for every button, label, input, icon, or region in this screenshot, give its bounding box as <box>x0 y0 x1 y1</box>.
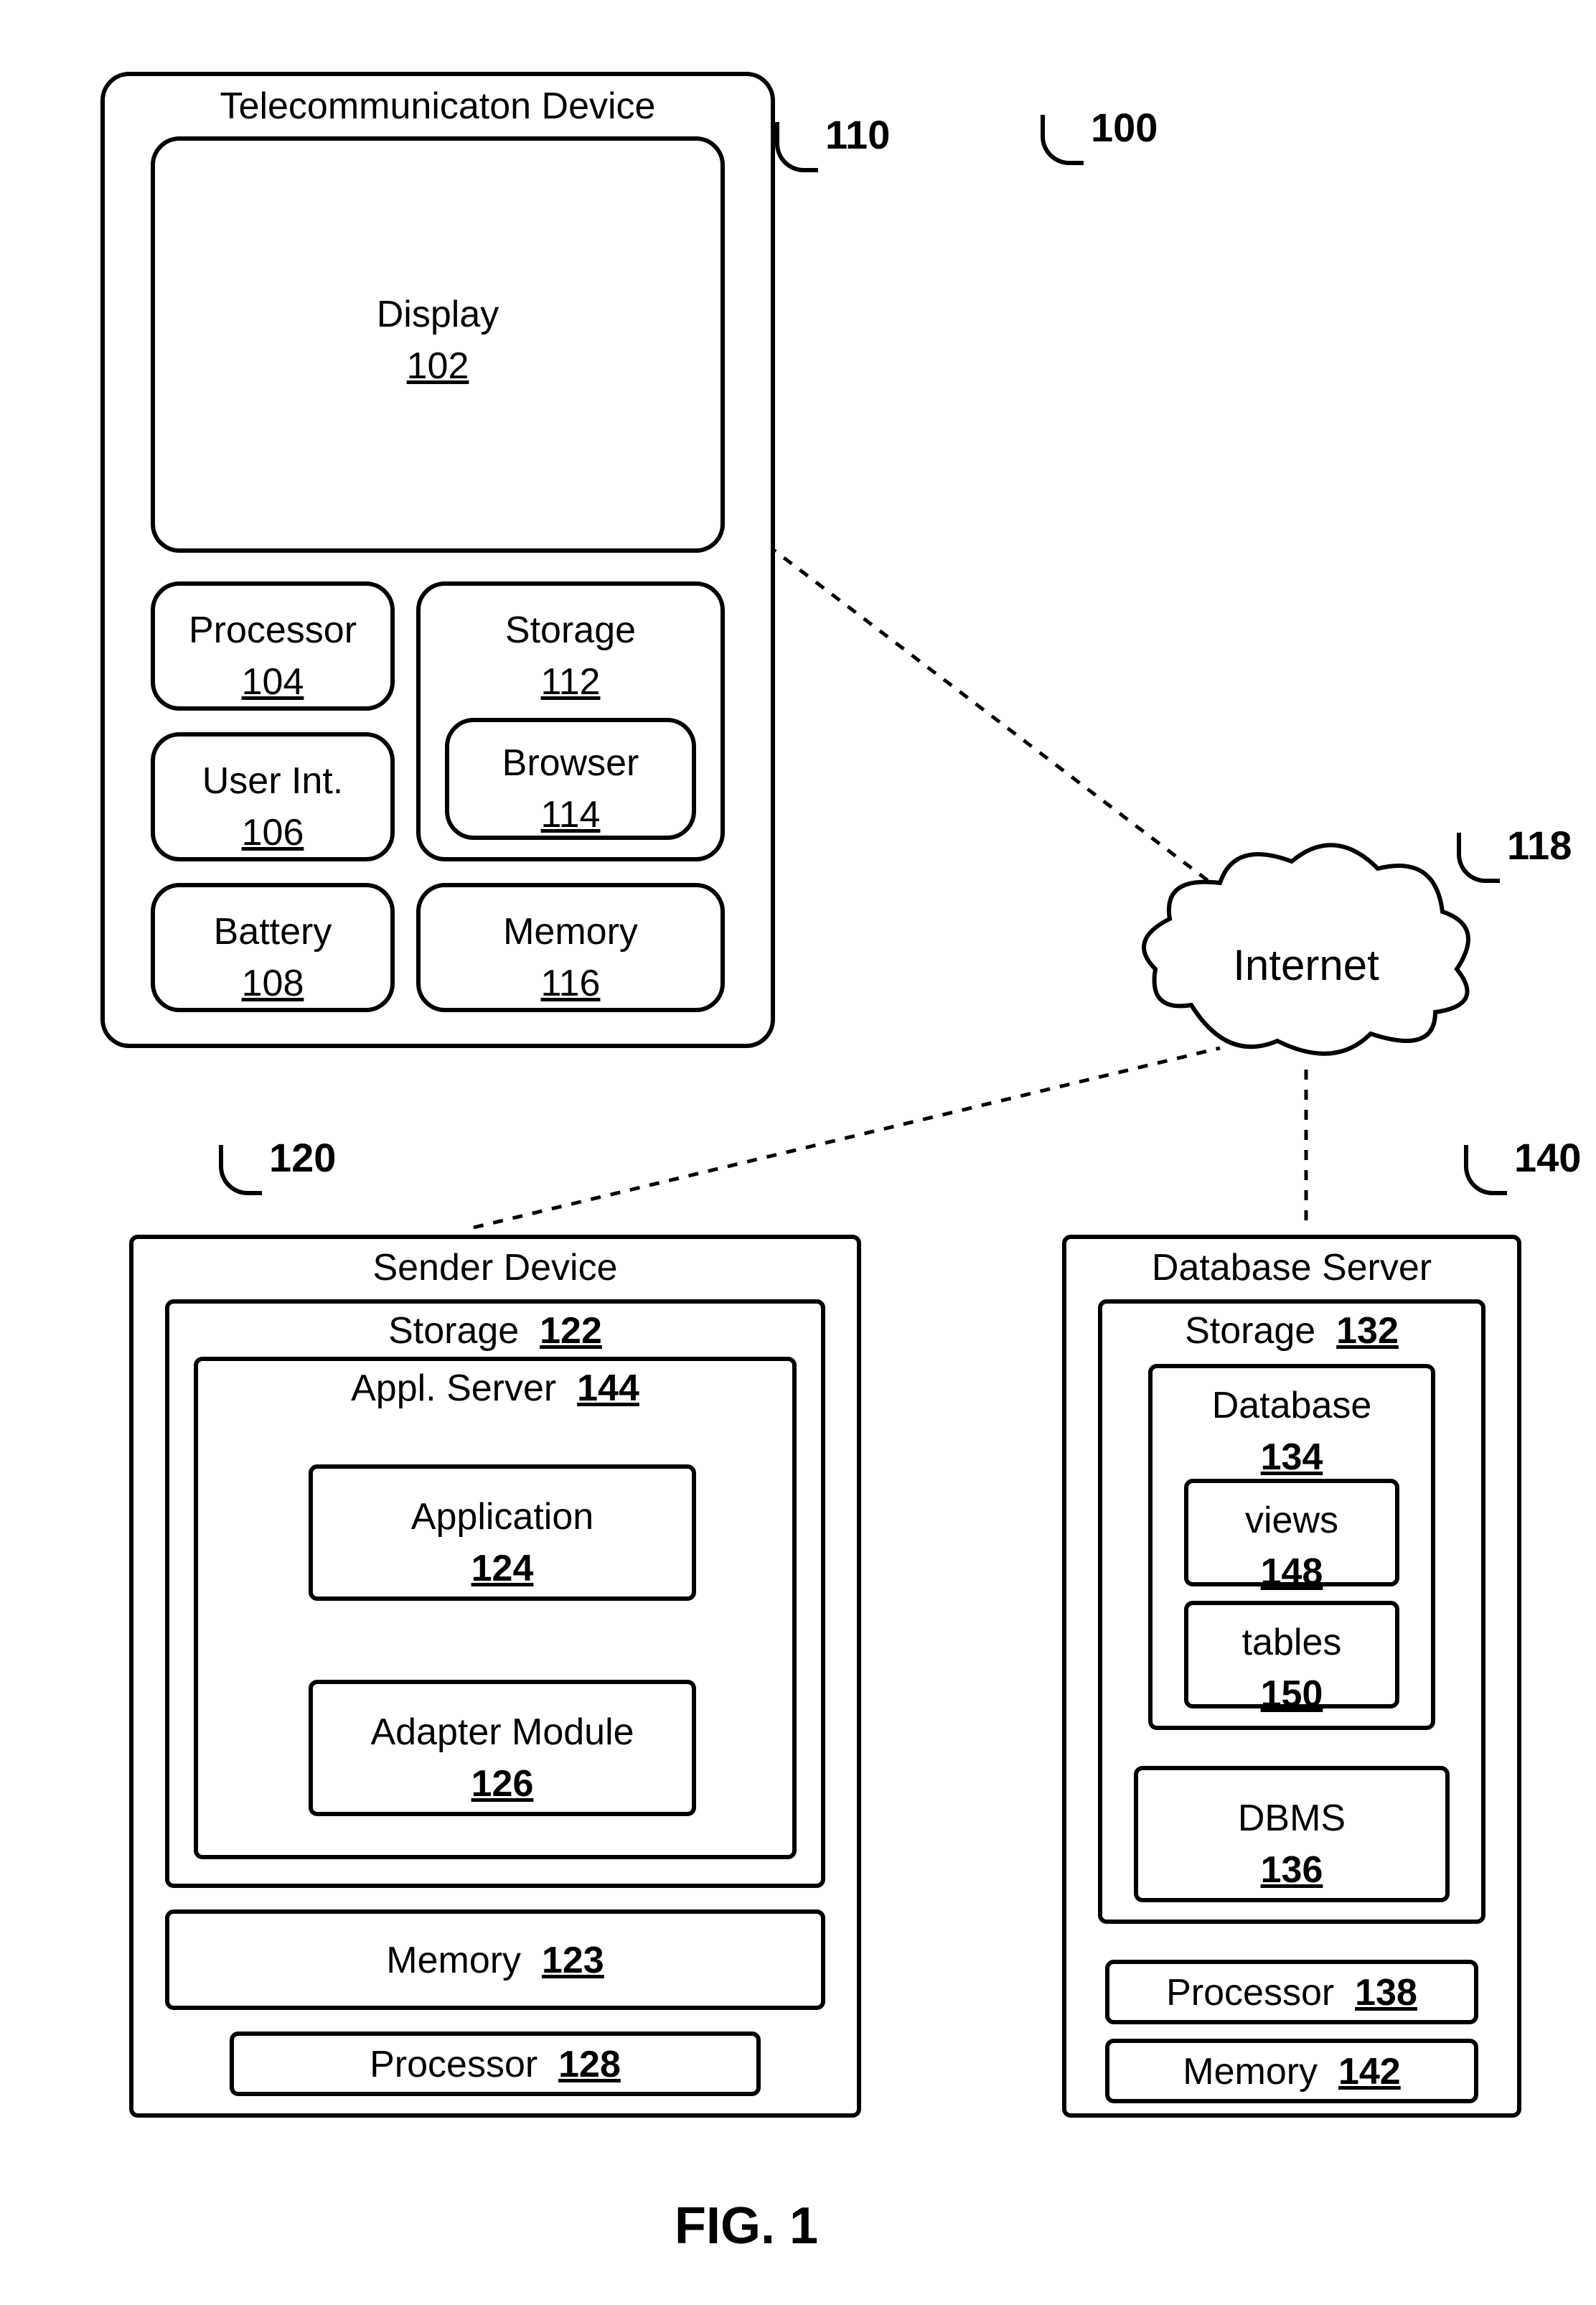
sender-device-title: Sender Device <box>133 1239 857 1289</box>
figure-caption: FIG. 1 <box>675 2197 818 2255</box>
browser-box: Browser 114 <box>445 718 696 840</box>
processor-db-box: Processor 138 <box>1105 1960 1478 2024</box>
ref-label-120: 120 <box>269 1134 336 1181</box>
browser-label: Browser <box>449 733 692 785</box>
browser-ref: 114 <box>449 785 692 836</box>
storage-db-label: Storage 132 <box>1102 1304 1481 1352</box>
ref-label-100: 100 <box>1091 104 1158 151</box>
dbms-label: DBMS <box>1138 1788 1445 1840</box>
ref-hook-110 <box>775 122 818 172</box>
appl-server-label: Appl. Server 144 <box>198 1361 792 1410</box>
userint-label: User Int. <box>155 751 390 803</box>
tables-box: tables 150 <box>1184 1601 1399 1708</box>
views-ref: 148 <box>1188 1542 1395 1594</box>
application-ref: 124 <box>313 1538 692 1590</box>
memory-db-box: Memory 142 <box>1105 2039 1478 2103</box>
ref-hook-120 <box>219 1145 262 1195</box>
views-box: views 148 <box>1184 1479 1399 1586</box>
storage-sd-label: Storage 122 <box>169 1304 821 1352</box>
database-label: Database <box>1153 1375 1431 1427</box>
storage-td-label: Storage <box>421 600 720 652</box>
diagram-canvas: 100 Telecommunicaton Device 110 Display … <box>29 29 1567 2276</box>
memory-db-label: Memory 142 <box>1109 2043 1474 2093</box>
ref-hook-140 <box>1464 1145 1507 1195</box>
views-label: views <box>1188 1490 1395 1542</box>
tables-ref: 150 <box>1188 1664 1395 1716</box>
application-label: Application <box>313 1487 692 1538</box>
adapter-module-label: Adapter Module <box>313 1702 692 1754</box>
processor-db-label: Processor 138 <box>1109 1964 1474 2014</box>
processor-sd-label: Processor 128 <box>234 2036 756 2086</box>
display-label: Display <box>155 284 720 336</box>
ref-label-140: 140 <box>1514 1134 1581 1181</box>
memory-td-box: Memory 116 <box>416 883 725 1012</box>
dbms-box: DBMS 136 <box>1134 1766 1450 1902</box>
tables-label: tables <box>1188 1612 1395 1664</box>
database-ref: 134 <box>1153 1427 1431 1479</box>
internet-label: Internet <box>1227 940 1385 990</box>
userint-ref: 106 <box>155 803 390 854</box>
processor-label: Processor <box>155 600 390 652</box>
storage-td-ref: 112 <box>421 652 720 703</box>
adapter-module-ref: 126 <box>313 1754 692 1805</box>
memory-sd-box: Memory 123 <box>165 1909 825 2010</box>
memory-sd-label: Memory 123 <box>169 1914 821 1982</box>
ref-label-110: 110 <box>825 111 890 158</box>
ref-label-118: 118 <box>1507 822 1572 869</box>
processor-box: Processor 104 <box>151 581 395 711</box>
processor-ref: 104 <box>155 652 390 703</box>
adapter-module-box: Adapter Module 126 <box>309 1680 696 1816</box>
ref-hook-100 <box>1041 115 1084 165</box>
db-server-title: Database Server <box>1066 1239 1517 1289</box>
processor-sd-box: Processor 128 <box>230 2032 761 2096</box>
battery-label: Battery <box>155 902 390 953</box>
display-ref: 102 <box>155 336 720 388</box>
dbms-ref: 136 <box>1138 1840 1445 1892</box>
application-box: Application 124 <box>309 1464 696 1601</box>
memory-td-label: Memory <box>421 902 720 953</box>
memory-td-ref: 116 <box>421 953 720 1005</box>
telecom-device-title: Telecommunicaton Device <box>105 76 771 128</box>
display-box: Display 102 <box>151 136 725 553</box>
battery-ref: 108 <box>155 953 390 1005</box>
battery-box: Battery 108 <box>151 883 395 1012</box>
userint-box: User Int. 106 <box>151 732 395 861</box>
